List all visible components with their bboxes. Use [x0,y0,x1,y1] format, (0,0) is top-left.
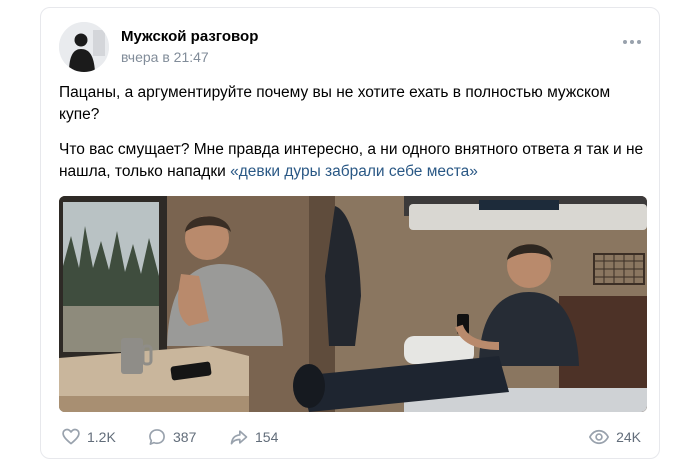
views-count: 24K [616,429,641,445]
post-paragraph-1: Пацаны, а аргументируйте почему вы не хо… [59,84,611,123]
share-button[interactable]: 154 [229,426,278,448]
comment-count: 387 [173,429,197,445]
post-photo[interactable] [59,196,647,412]
comment-button[interactable]: 387 [147,426,196,448]
man-silhouette-avatar-icon [59,22,109,72]
train-compartment-illustration [59,196,647,412]
eye-icon [589,429,610,445]
avatar[interactable] [59,22,109,72]
like-count: 1.2K [87,429,116,445]
share-count: 154 [255,429,279,445]
post-time[interactable]: вчера в 21:47 [121,49,209,65]
comment-icon [149,429,165,445]
more-dots-icon [623,40,641,44]
post-text: Пацаны, а аргументируйте почему вы не хо… [59,82,649,196]
post-actions: 1.2K 387 154 24K [59,426,641,448]
share-arrow-icon [230,430,248,445]
quoted-highlight[interactable]: «девки дуры забрали себе места» [230,163,478,180]
views-counter: 24K [588,426,641,448]
heart-icon [62,428,80,445]
post-paragraph-2: Что вас смущает? Мне правда интересно, а… [59,139,649,183]
more-button[interactable] [621,34,643,44]
author-name[interactable]: Мужской разговор [121,28,258,45]
like-button[interactable]: 1.2K [61,426,116,448]
post-card: Мужской разговор вчера в 21:47 Пацаны, а… [40,7,660,459]
